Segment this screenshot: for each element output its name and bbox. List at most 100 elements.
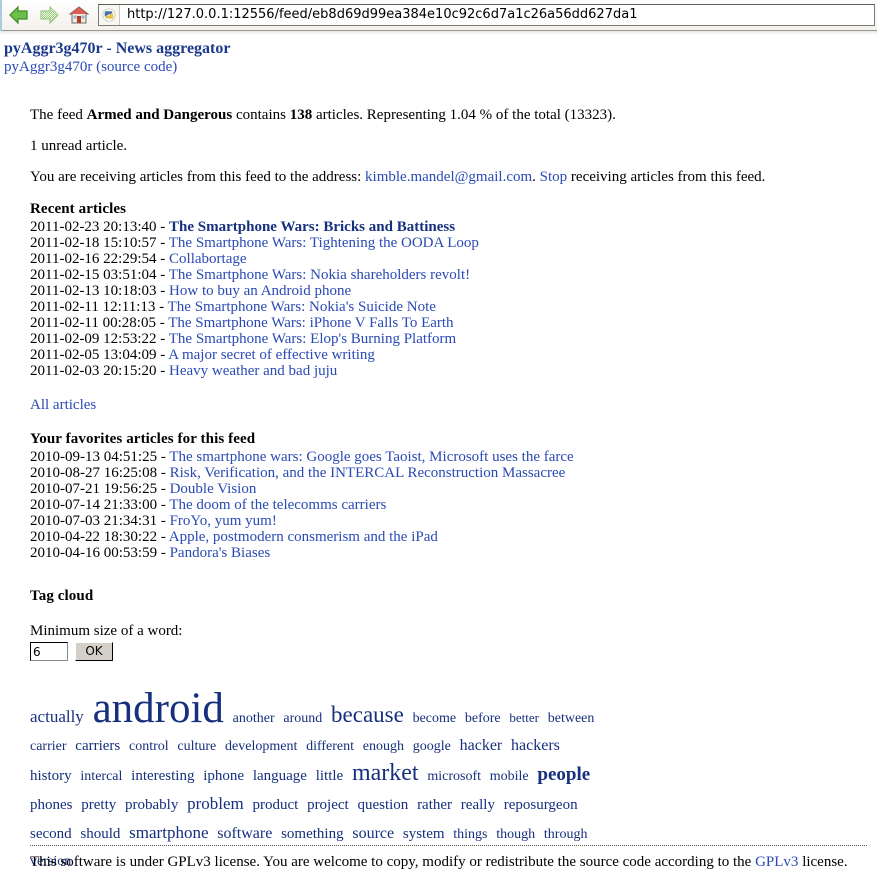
article-separator: - [156, 331, 169, 347]
favorite-article-link[interactable]: Risk, Verification, and the INTERCAL Rec… [170, 465, 566, 481]
favorite-article-link[interactable]: FroYo, yum yum! [170, 513, 277, 529]
ok-button[interactable]: OK [75, 642, 113, 661]
tag-cloud-word[interactable]: pretty [81, 797, 116, 813]
favorite-article-link[interactable]: The doom of the telecomms carriers [169, 497, 386, 513]
article-separator: - [156, 347, 169, 363]
footer-text-after: license. [798, 854, 848, 870]
tag-cloud-word[interactable]: hacker [460, 737, 503, 754]
tag-cloud-word[interactable]: mobile [490, 769, 529, 784]
tag-cloud-word[interactable]: before [465, 711, 501, 726]
tag-cloud-word[interactable]: really [461, 797, 495, 813]
tag-cloud-word[interactable]: hackers [511, 737, 560, 754]
tag-cloud-word[interactable]: culture [177, 739, 216, 754]
tag-cloud-word[interactable]: project [307, 797, 349, 813]
back-arrow-icon [8, 5, 30, 25]
favorite-article-link[interactable]: Apple, postmodern consmerism and the iPa… [169, 529, 438, 545]
tag-cloud-word[interactable]: become [413, 711, 457, 726]
tag-cloud-word[interactable]: source [352, 825, 394, 842]
tag-cloud-word[interactable]: smartphone [129, 823, 208, 842]
all-articles-link[interactable]: All articles [30, 397, 96, 413]
tag-cloud-word[interactable]: carrier [30, 739, 67, 754]
tag-cloud-word[interactable]: people [537, 764, 590, 785]
article-row: 2010-07-21 19:56:25 - Double Vision [30, 481, 847, 497]
recent-article-link[interactable]: The Smartphone Wars: Nokia's Suicide Not… [168, 299, 436, 315]
recent-articles-heading: Recent articles [30, 201, 127, 217]
favorite-article-link[interactable]: Double Vision [170, 481, 257, 497]
tag-cloud-word[interactable]: control [129, 739, 169, 754]
article-timestamp: 2010-08-27 16:25:08 [30, 465, 158, 481]
recent-article-link[interactable]: Collabortage [169, 251, 246, 267]
article-separator: - [156, 251, 170, 267]
tag-cloud-word[interactable]: language [253, 768, 307, 784]
recent-article-link[interactable]: How to buy an Android phone [169, 283, 351, 299]
tag-cloud-word[interactable]: actually [30, 707, 84, 726]
tag-cloud-word[interactable]: history [30, 768, 72, 784]
tag-cloud-word[interactable]: problem [187, 794, 244, 813]
tag-cloud-word[interactable]: though [496, 827, 535, 842]
article-row: 2010-04-22 18:30:22 - Apple, postmodern … [30, 529, 847, 545]
tag-cloud-word[interactable]: android [93, 685, 224, 732]
article-timestamp: 2010-07-03 21:34:31 [30, 513, 158, 529]
tag-cloud-word[interactable]: rather [417, 797, 452, 813]
article-row: 2011-02-11 00:28:05 - The Smartphone War… [30, 315, 847, 331]
tag-cloud-word[interactable]: different [306, 739, 354, 754]
tag-cloud-word[interactable]: intercal [80, 769, 122, 784]
recent-article-link[interactable]: The Smartphone Wars: Nokia shareholders … [169, 267, 470, 283]
url-text: http://127.0.0.1:12556/feed/eb8d69d99ea3… [127, 7, 638, 22]
article-separator: - [157, 513, 170, 529]
tag-cloud-word[interactable]: enough [363, 739, 404, 754]
gplv3-link[interactable]: GPLv3 [755, 854, 798, 870]
article-separator: - [157, 529, 169, 545]
tag-cloud-word[interactable]: better [509, 710, 539, 725]
home-button[interactable] [64, 2, 94, 28]
tag-cloud-word[interactable]: development [225, 739, 297, 754]
favorite-article-link[interactable]: Pandora's Biases [170, 545, 271, 561]
tag-cloud-word[interactable]: little [316, 768, 344, 784]
recent-article-link[interactable]: A major secret of effective writing [168, 347, 375, 363]
footer-divider [30, 845, 867, 846]
tag-cloud-word[interactable]: around [283, 711, 322, 726]
tag-cloud-word[interactable]: probably [125, 797, 178, 813]
recent-article-link[interactable]: The Smartphone Wars: Tightening the OODA… [169, 235, 479, 251]
python-favicon [99, 5, 120, 25]
back-button[interactable] [4, 2, 34, 28]
source-code-link[interactable]: pyAggr3g470r (source code) [4, 58, 177, 76]
tag-cloud-word[interactable]: interesting [131, 768, 194, 784]
tag-cloud-word[interactable]: because [331, 702, 404, 727]
article-separator: - [157, 497, 170, 513]
tag-cloud-word[interactable]: system [403, 826, 445, 842]
article-timestamp: 2010-07-14 21:33:00 [30, 497, 158, 513]
tag-cloud-word[interactable]: carriers [75, 738, 120, 754]
favorites-heading: Your favorites articles for this feed [30, 431, 256, 447]
tag-cloud-word[interactable]: through [544, 827, 588, 842]
recent-article-link[interactable]: The Smartphone Wars: Bricks and Battines… [169, 219, 455, 235]
tag-cloud-word[interactable]: google [413, 739, 451, 754]
tag-cloud-word[interactable]: between [548, 711, 595, 726]
favorite-article-link[interactable]: The smartphone wars: Google goes Taoist,… [169, 449, 573, 465]
recent-article-link[interactable]: The Smartphone Wars: iPhone V Falls To E… [168, 315, 453, 331]
url-bar[interactable]: http://127.0.0.1:12556/feed/eb8d69d99ea3… [98, 4, 875, 26]
tag-cloud-word[interactable]: something [281, 826, 344, 842]
summary-mid: contains [232, 107, 290, 123]
stop-receiving-link[interactable]: Stop [540, 169, 568, 185]
recent-article-link[interactable]: Heavy weather and bad juju [169, 363, 337, 379]
article-row: 2010-07-14 21:33:00 - The doom of the te… [30, 497, 847, 513]
tag-cloud-word[interactable]: software [217, 825, 272, 842]
subscriber-email-link[interactable]: kimble.mandel@gmail.com [365, 169, 532, 185]
min-word-size-input[interactable] [30, 642, 68, 661]
tag-cloud-word[interactable]: microsoft [427, 769, 481, 784]
recent-article-link[interactable]: The Smartphone Wars: Elop's Burning Plat… [169, 331, 456, 347]
tag-cloud-word[interactable]: should [80, 826, 120, 842]
tag-cloud-word[interactable]: market [352, 760, 419, 786]
tag-cloud-word[interactable]: reposurgeon [504, 797, 578, 813]
tag-cloud-word[interactable]: iphone [203, 768, 244, 784]
tag-cloud-word[interactable]: phones [30, 797, 73, 813]
tag-cloud-word[interactable]: things [453, 827, 487, 842]
tag-cloud-word[interactable]: product [252, 797, 298, 813]
article-timestamp: 2011-02-11 00:28:05 [30, 315, 156, 331]
tag-cloud-word[interactable]: second [30, 826, 72, 842]
tag-cloud-word[interactable]: another [233, 711, 275, 726]
tag-cloud-word[interactable]: question [357, 797, 408, 813]
forward-button[interactable] [34, 2, 64, 28]
article-timestamp: 2011-02-23 20:13:40 [30, 219, 157, 235]
